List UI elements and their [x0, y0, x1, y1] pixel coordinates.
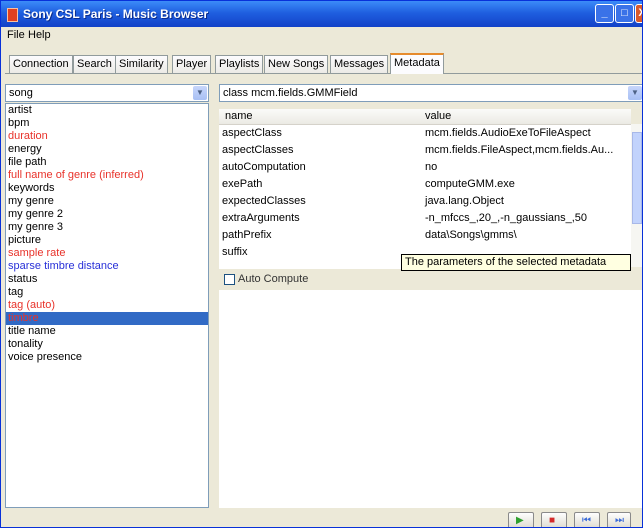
list-item[interactable]: tag (auto): [6, 299, 208, 312]
cell-name: exePath: [222, 178, 263, 190]
list-item[interactable]: my genre: [6, 195, 208, 208]
window-title: Sony CSL Paris - Music Browser: [23, 7, 209, 21]
table-scrollbar[interactable]: [631, 124, 642, 267]
cell-name: expectedClasses: [222, 195, 306, 207]
list-item[interactable]: picture: [6, 234, 208, 247]
maximize-button[interactable]: □: [615, 4, 634, 23]
column-header-value[interactable]: value: [425, 110, 451, 122]
table-row[interactable]: aspectClass mcm.fields.AudioExeToFileAsp…: [219, 125, 619, 142]
play-icon: ▶: [516, 515, 524, 526]
field-class-select[interactable]: class mcm.fields.GMMField ▼: [219, 84, 642, 102]
app-icon: [7, 8, 18, 22]
minimize-button[interactable]: _: [595, 4, 614, 23]
table-row[interactable]: extraArguments -n_mfccs_,20_,-n_gaussian…: [219, 210, 619, 227]
list-item[interactable]: bpm: [6, 117, 208, 130]
list-item[interactable]: sparse timbre distance: [6, 260, 208, 273]
list-item[interactable]: full name of genre (inferred): [6, 169, 208, 182]
tab-search[interactable]: Search: [73, 55, 116, 73]
list-item[interactable]: artist: [6, 104, 208, 117]
cell-name: suffix: [222, 246, 248, 258]
table-row[interactable]: pathPrefix data\Songs\gmms\: [219, 227, 619, 244]
list-item[interactable]: my genre 2: [6, 208, 208, 221]
entity-type-value: song: [9, 87, 33, 99]
cell-value[interactable]: java.lang.Object: [425, 195, 504, 207]
stop-button[interactable]: ■: [541, 512, 567, 527]
list-item[interactable]: tonality: [6, 338, 208, 351]
previous-icon: ⏮: [582, 515, 591, 526]
tab-similarity[interactable]: Similarity: [115, 55, 168, 73]
field-class-value: class mcm.fields.GMMField: [223, 87, 358, 99]
music-browser-window: Sony CSL Paris - Music Browser _ □ X Fil…: [0, 0, 643, 528]
list-item[interactable]: keywords: [6, 182, 208, 195]
list-item[interactable]: voice presence: [6, 351, 208, 364]
auto-compute-checkbox[interactable]: [224, 274, 235, 285]
cell-value[interactable]: mcm.fields.AudioExeToFileAspect: [425, 127, 591, 139]
tab-messages[interactable]: Messages: [330, 55, 389, 73]
chevron-down-icon[interactable]: ▼: [193, 86, 207, 100]
auto-compute-row: Auto Compute: [219, 271, 642, 289]
metadata-tooltip: The parameters of the selected metadata: [401, 254, 631, 271]
list-item[interactable]: status: [6, 273, 208, 286]
cell-value[interactable]: computeGMM.exe: [425, 178, 515, 190]
list-item[interactable]: my genre 3: [6, 221, 208, 234]
details-pane: [219, 290, 642, 508]
list-item[interactable]: file path: [6, 156, 208, 169]
play-button[interactable]: ▶: [508, 512, 534, 527]
tab-connection[interactable]: Connection: [9, 55, 73, 73]
cell-value[interactable]: data\Songs\gmms\: [425, 229, 517, 241]
title-bar[interactable]: Sony CSL Paris - Music Browser _ □ X: [1, 1, 642, 27]
tab-new-songs[interactable]: New Songs: [264, 55, 329, 73]
auto-compute-label[interactable]: Auto Compute: [238, 273, 308, 285]
chevron-down-icon[interactable]: ▼: [628, 86, 642, 100]
list-item[interactable]: duration: [6, 130, 208, 143]
cell-name: pathPrefix: [222, 229, 272, 241]
list-item[interactable]: energy: [6, 143, 208, 156]
table-row[interactable]: autoComputation no: [219, 159, 619, 176]
table-header: name value: [219, 109, 631, 125]
cell-name: aspectClasses: [222, 144, 294, 156]
list-item[interactable]: tag: [6, 286, 208, 299]
scrollbar-thumb[interactable]: [632, 132, 642, 224]
cell-name: aspectClass: [222, 127, 282, 139]
table-row[interactable]: exePath computeGMM.exe: [219, 176, 619, 193]
menu-file[interactable]: File: [7, 29, 25, 41]
cell-value[interactable]: mcm.fields.FileAspect,mcm.fields.Au...: [425, 144, 613, 156]
menu-bar: File Help: [1, 27, 642, 45]
cell-value[interactable]: no: [425, 161, 437, 173]
tab-playlists[interactable]: Playlists: [215, 55, 264, 73]
next-button[interactable]: ⏭: [607, 512, 631, 527]
entity-type-select[interactable]: song ▼: [5, 84, 209, 102]
previous-button[interactable]: ⏮: [574, 512, 600, 527]
list-item[interactable]: sample rate: [6, 247, 208, 260]
column-header-name[interactable]: name: [225, 110, 253, 122]
list-item-selected[interactable]: timbre: [6, 312, 208, 325]
menu-help[interactable]: Help: [28, 29, 51, 41]
table-row[interactable]: aspectClasses mcm.fields.FileAspect,mcm.…: [219, 142, 619, 159]
fields-list[interactable]: artist bpm duration energy file path ful…: [5, 103, 209, 508]
next-icon: ⏭: [615, 515, 624, 526]
list-item[interactable]: title name: [6, 325, 208, 338]
stop-icon: ■: [549, 515, 556, 526]
close-button[interactable]: X: [635, 4, 642, 23]
table-row[interactable]: expectedClasses java.lang.Object: [219, 193, 619, 210]
tab-strip: Connection Search Similarity Player Play…: [1, 53, 642, 74]
cell-name: autoComputation: [222, 161, 306, 173]
properties-table: name value aspectClass mcm.fields.AudioE…: [219, 109, 631, 269]
tab-metadata[interactable]: Metadata: [390, 53, 444, 74]
tab-player[interactable]: Player: [172, 55, 212, 73]
cell-value[interactable]: -n_mfccs_,20_,-n_gaussians_,50: [425, 212, 587, 224]
cell-name: extraArguments: [222, 212, 300, 224]
